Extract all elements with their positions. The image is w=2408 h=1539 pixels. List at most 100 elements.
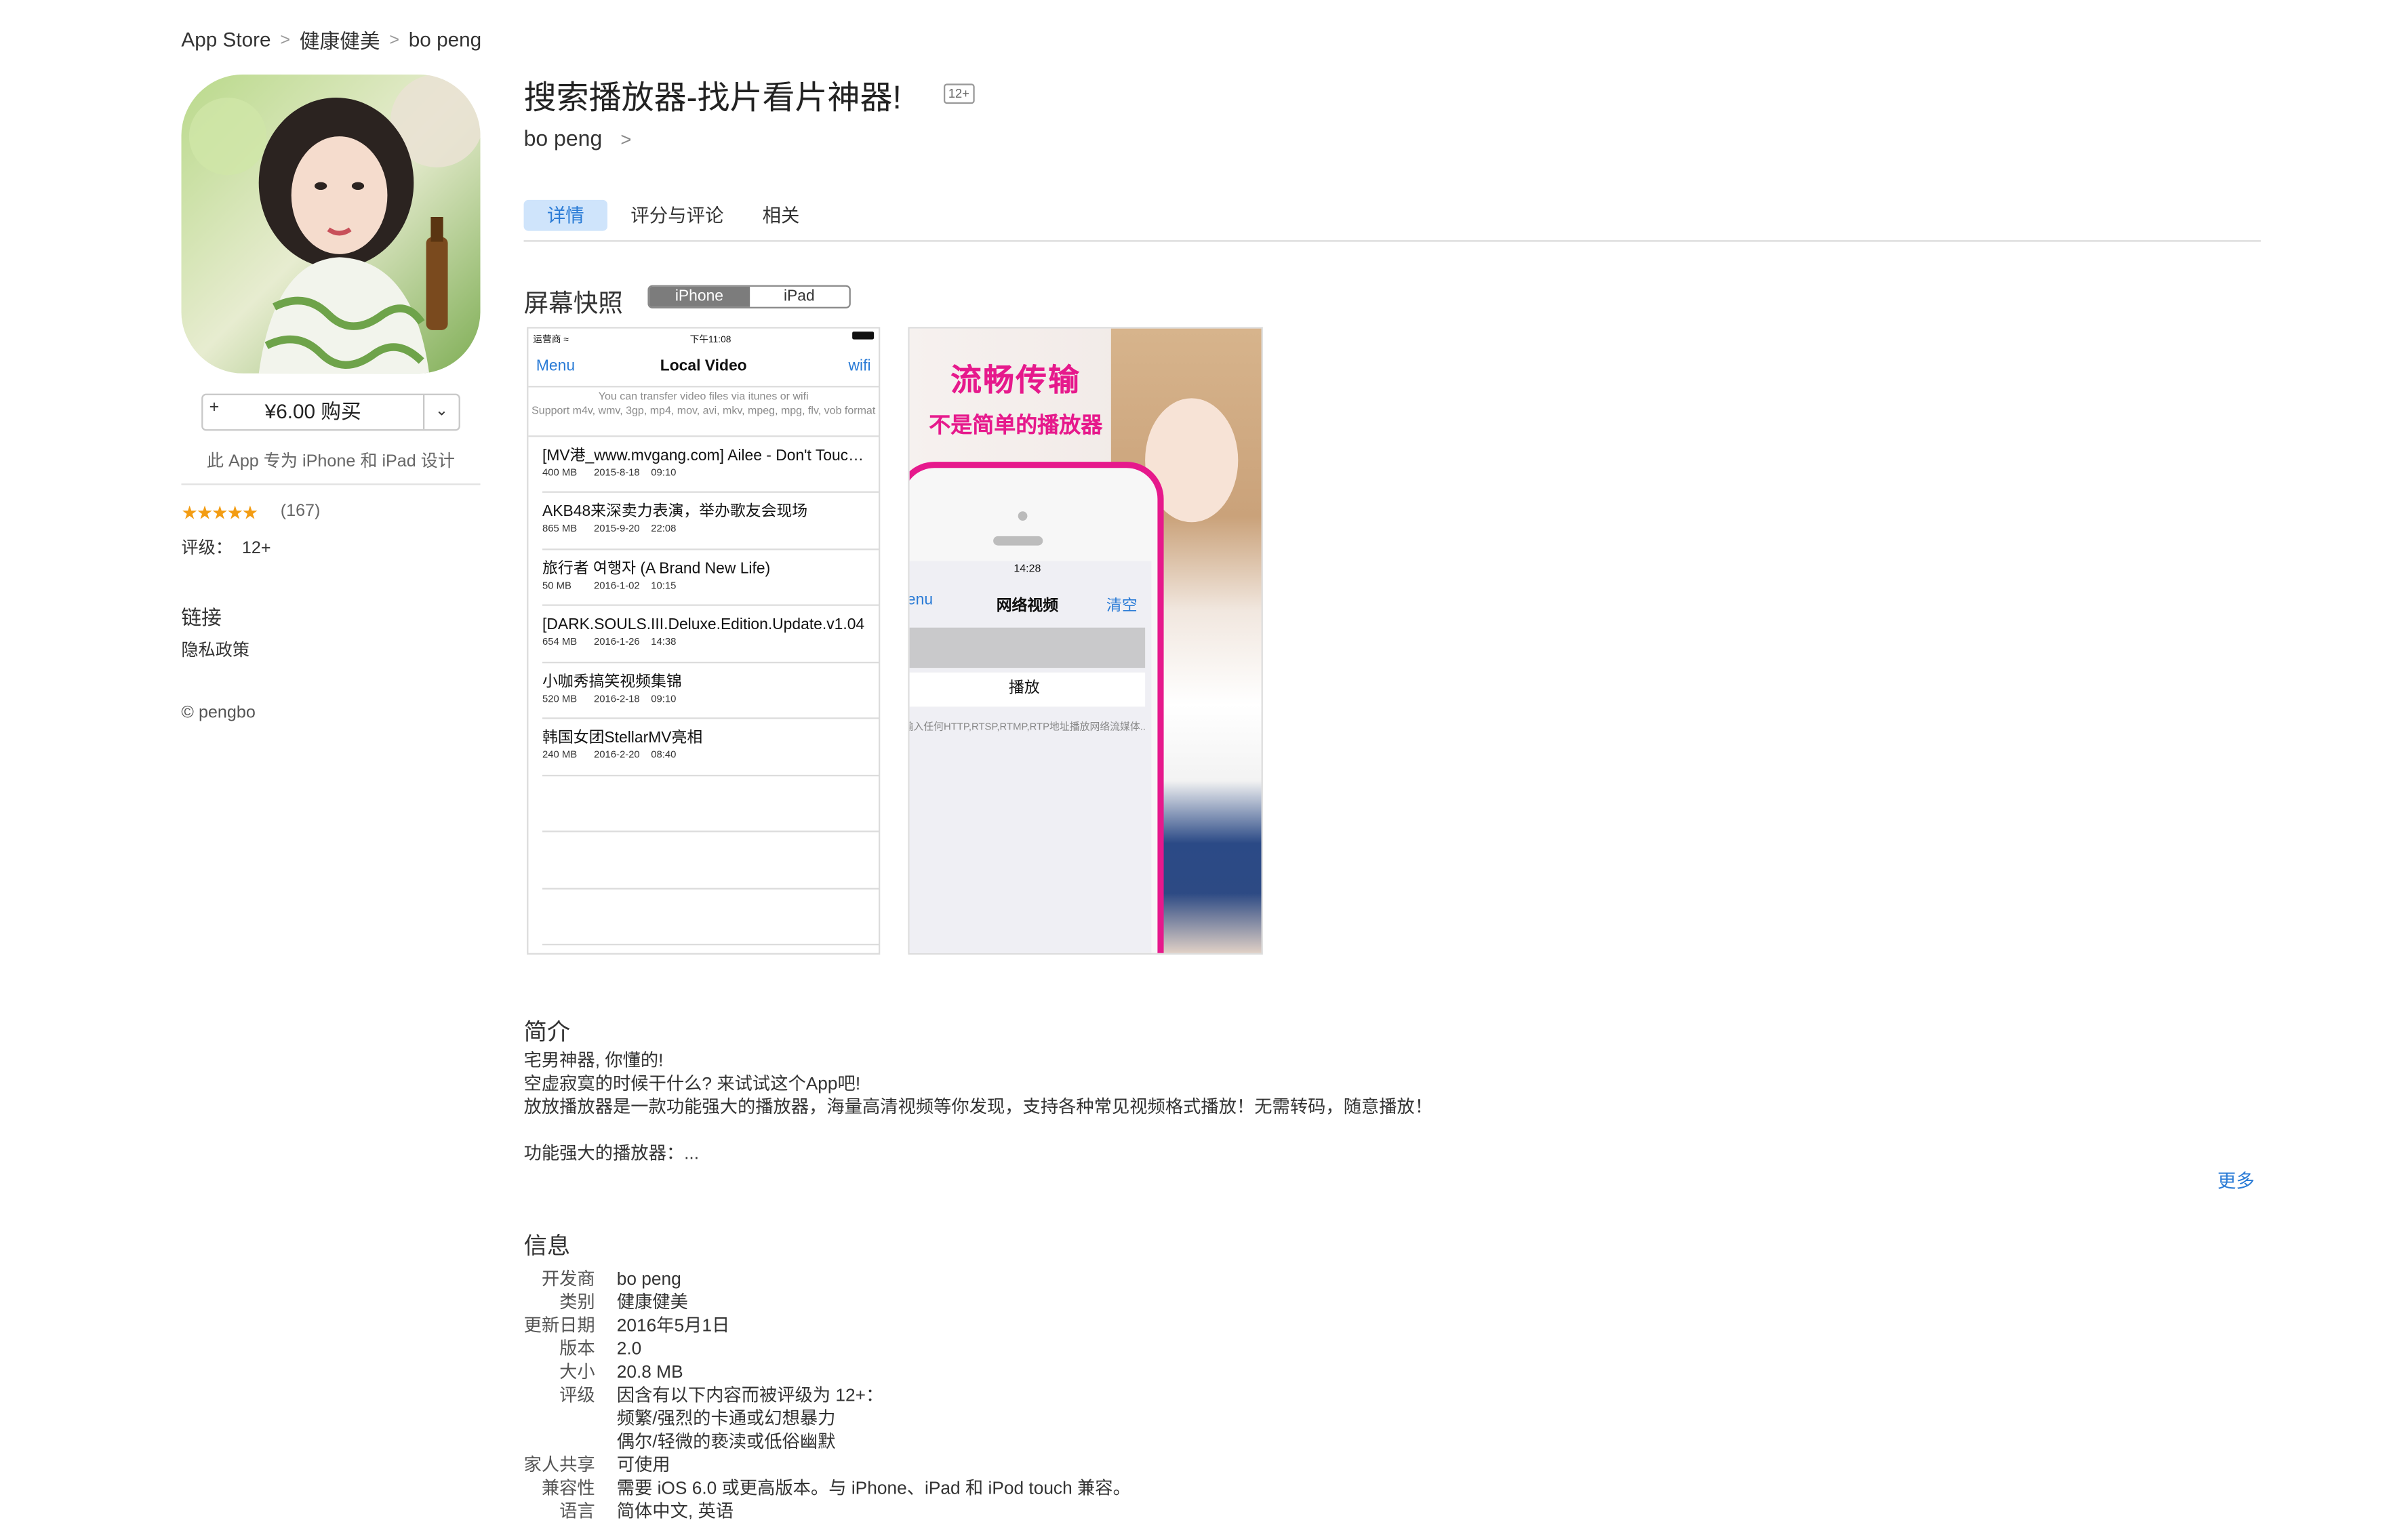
video-meta: 400 MB 2015-8-18 09:10 [542, 468, 677, 479]
info-value: 20.8 MB [616, 1363, 683, 1382]
segment-ipad[interactable]: iPad [749, 286, 849, 307]
tab-bar: 详情 评分与评论 相关 [523, 199, 823, 231]
tab-related[interactable]: 相关 [747, 200, 816, 231]
nav-bar: 网络视频 Menu 清空 [910, 592, 1152, 620]
divider [528, 386, 879, 388]
chevron-right-icon: > [280, 30, 291, 49]
video-meta: 240 MB 2016-2-20 08:40 [542, 750, 677, 761]
video-meta: 654 MB 2016-1-26 14:38 [542, 637, 677, 648]
segment-iphone[interactable]: iPhone [649, 286, 750, 307]
info-value: 因含有以下内容而被评级为 12+： [616, 1386, 884, 1406]
screenshot-1[interactable]: 运营商 ≈ 下午11:08 Local Video Menu wifi You … [527, 327, 881, 955]
info-key: 类别 [559, 1294, 595, 1313]
developer-link[interactable]: bo peng > [524, 125, 632, 151]
video-meta: 520 MB 2016-2-18 09:10 [542, 694, 677, 705]
divider [181, 483, 481, 485]
video-meta: 50 MB 2016-1-02 10:15 [542, 581, 677, 593]
nav-bar: Local Video Menu wifi [528, 358, 879, 386]
info-value: 频繁/强烈的卡通或幻想暴力 [616, 1410, 836, 1429]
rating-count: (167) [280, 502, 321, 521]
video-title: [MV港_www.mvgang.com] Ailee - Don't Touch… [542, 447, 871, 465]
info-key: 更新日期 [523, 1317, 595, 1336]
video-meta: 865 MB 2015-9-20 22:08 [542, 523, 677, 535]
app-store-page: App Store > 健康健美 > bo peng + ¥6.00 购买 ⌄ … [0, 0, 2408, 1539]
info-value: 偶尔/轻微的亵渎或低俗幽默 [616, 1433, 836, 1452]
page-title: 搜索播放器-找片看片神器! [523, 80, 902, 117]
info-value: 可使用 [616, 1456, 670, 1475]
info-key: 家人共享 [523, 1456, 595, 1475]
buy-dropdown-button[interactable]: ⌄ [422, 395, 459, 430]
buy-price-label: ¥6.00 购买 [264, 399, 361, 423]
divider [542, 491, 879, 493]
info-value: 健康健美 [616, 1294, 688, 1313]
divider [542, 831, 879, 833]
nav-menu-button: Menu [536, 357, 576, 376]
nav-menu-button: Menu [910, 592, 934, 609]
divider [523, 240, 2261, 242]
info-key: 版本 [559, 1340, 595, 1359]
play-button: 播放 [909, 672, 1146, 707]
description-heading: 简介 [523, 1019, 571, 1046]
chevron-right-icon: > [389, 30, 400, 49]
list-item: 小咖秀搞笑视频集锦 520 MB 2016-2-18 09:10 [542, 673, 871, 728]
breadcrumb-category[interactable]: 健康健美 [300, 25, 380, 54]
more-link[interactable]: 更多 [2218, 1167, 2255, 1193]
plus-icon: + [209, 398, 220, 417]
video-title: 小咖秀搞笑视频集锦 [542, 674, 682, 692]
info-key: 语言 [559, 1503, 595, 1522]
url-hint: 输入任何HTTP,RTSP,RTMP,RTP地址播放网络流媒体... [908, 722, 1146, 734]
video-title: AKB48来深卖力表演，举办歌友会现场 [542, 503, 808, 521]
info-value: 2016年5月1日 [616, 1317, 730, 1336]
phone-frame: 14:28 网络视频 Menu 清空 播放 输入任何HTTP,RTSP,RTMP… [908, 462, 1164, 953]
list-item: 旅行者 여행자 (A Brand New Life) 50 MB 2016-1-… [542, 559, 871, 615]
divider [542, 548, 879, 551]
divider [542, 887, 879, 890]
video-title: [DARK.SOULS.III.Deluxe.Edition.Update.v1… [542, 616, 865, 634]
info-key: 评级 [559, 1386, 595, 1406]
breadcrumb-developer[interactable]: bo peng [409, 28, 481, 51]
divider [542, 774, 879, 777]
info-value: 需要 iOS 6.0 或更高版本。与 iPhone、iPad 和 iPod to… [616, 1479, 1131, 1499]
rating-stars: ★★★★★ [181, 502, 258, 524]
divider [528, 435, 879, 437]
info-value: 简体中文, 英语 [616, 1503, 734, 1522]
copyright: © pengbo [181, 703, 256, 723]
camera-icon [1018, 511, 1028, 521]
transfer-hint: You can transfer video files via itunes … [531, 392, 876, 417]
nav-title: Local Video [660, 357, 747, 376]
screenshots-heading: 屏幕快照 [523, 291, 623, 318]
developer-link-label: bo peng [523, 125, 603, 151]
nav-wifi-button: wifi [848, 357, 871, 376]
chevron-right-icon: > [620, 128, 632, 151]
description-body: 宅男神器, 你懂的! 空虚寂寞的时候干什么? 来试试这个App吧! 放放播放器是… [523, 1052, 1433, 1164]
list-item: [MV港_www.mvgang.com] Ailee - Don't Touch… [542, 446, 871, 502]
divider [542, 604, 879, 606]
tab-details[interactable]: 详情 [523, 199, 607, 231]
url-input [909, 627, 1146, 668]
carrier-label: 运营商 ≈ [533, 336, 569, 346]
info-key: 大小 [559, 1363, 595, 1382]
screenshot-2[interactable]: 流畅传输 不是简单的播放器 14:28 网络视频 Menu 清空 播放 输入任何… [908, 327, 1263, 955]
grade: 评级： 12+ [181, 535, 270, 560]
grade-label: 评级： [181, 539, 233, 558]
promo-headline: 流畅传输 [950, 364, 1081, 399]
breadcrumb-app-store[interactable]: App Store [181, 28, 270, 51]
status-time: 14:28 [1014, 563, 1041, 575]
info-value: bo peng [616, 1271, 681, 1290]
nav-clear-button: 清空 [1106, 598, 1138, 616]
buy-button-main[interactable]: + ¥6.00 购买 [203, 395, 423, 429]
video-title: 旅行者 여행자 (A Brand New Life) [542, 561, 771, 578]
tab-ratings-reviews[interactable]: 评分与评论 [615, 200, 739, 231]
divider [542, 943, 879, 946]
info-value: 2.0 [616, 1340, 642, 1359]
chevron-down-icon: ⌄ [435, 403, 448, 420]
info-key: 兼容性 [541, 1479, 595, 1499]
status-bar: 运营商 ≈ 下午11:08 [533, 332, 875, 346]
battery-icon [852, 332, 875, 346]
device-segmented-control: iPhone iPad [647, 285, 851, 308]
promo-subline: 不是简单的播放器 [929, 412, 1103, 437]
privacy-policy-link[interactable]: 隐私政策 [181, 637, 249, 662]
links-heading: 链接 [181, 605, 222, 629]
buy-button[interactable]: + ¥6.00 购买 ⌄ [201, 393, 460, 431]
designed-for-label: 此 App 专为 iPhone 和 iPad 设计 [206, 452, 456, 471]
